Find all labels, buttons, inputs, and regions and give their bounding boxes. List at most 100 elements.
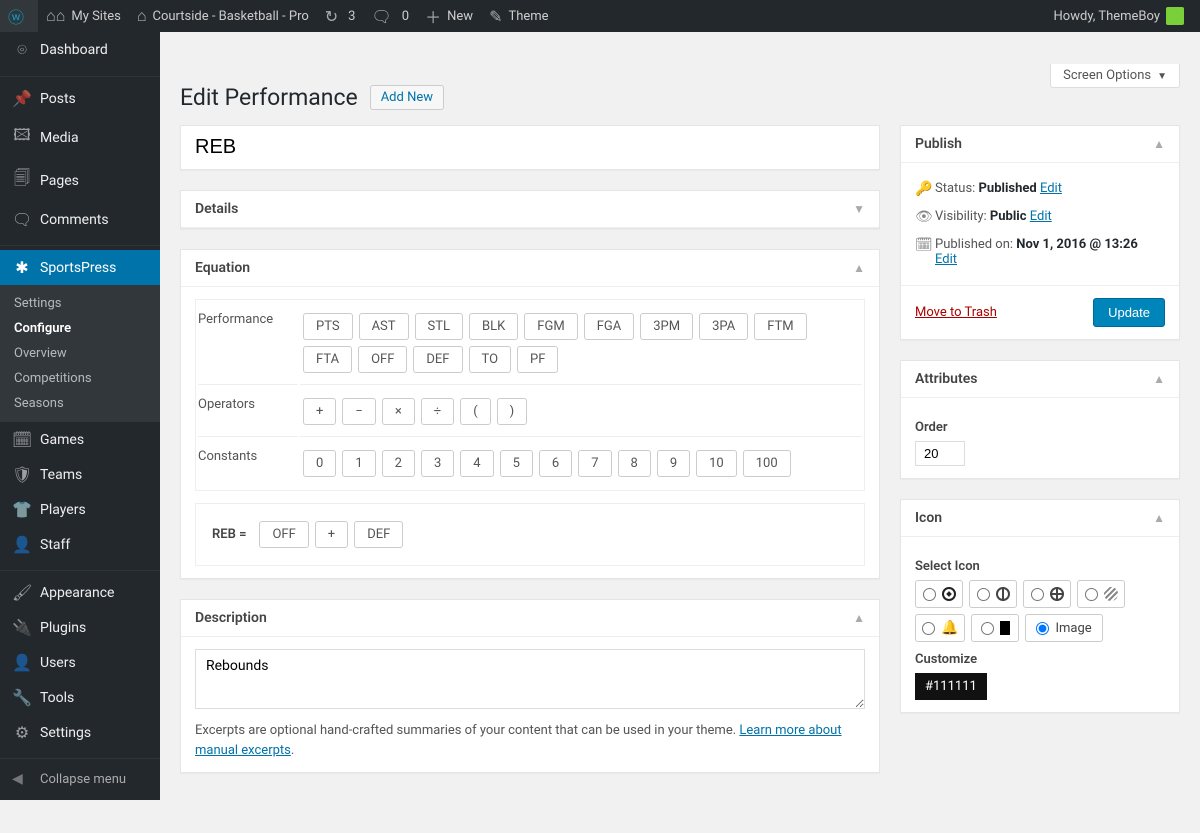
menu-staff[interactable]: 👤Staff bbox=[0, 527, 160, 562]
menu-users[interactable]: 👤Users bbox=[0, 645, 160, 680]
constant-chip[interactable]: 3 bbox=[421, 450, 454, 477]
menu-teams[interactable]: 🛡Teams bbox=[0, 457, 160, 492]
move-to-trash-link[interactable]: Move to Trash bbox=[915, 305, 997, 320]
menu-posts[interactable]: 📌Posts bbox=[0, 81, 160, 116]
performance-chip[interactable]: AST bbox=[359, 313, 409, 340]
result-label: REB = bbox=[212, 527, 246, 542]
menu-appearance[interactable]: 🖌Appearance bbox=[0, 575, 160, 610]
plugin-icon: 🔌 bbox=[12, 618, 32, 637]
icon-heading[interactable]: Icon ▲ bbox=[901, 500, 1179, 537]
icon-option-card[interactable] bbox=[971, 614, 1019, 642]
result-chip[interactable]: + bbox=[315, 521, 348, 548]
menu-media[interactable]: 🖾Media bbox=[0, 116, 160, 159]
theme-link[interactable]: ✎ Theme bbox=[481, 0, 557, 32]
screen-options-toggle[interactable]: Screen Options▼ bbox=[1050, 64, 1180, 88]
brush-icon: ✎ bbox=[489, 7, 502, 26]
performance-chip[interactable]: STL bbox=[415, 313, 463, 340]
result-chips: OFF +DEF bbox=[256, 518, 406, 551]
menu-sportspress[interactable]: ✱SportsPress bbox=[0, 250, 160, 285]
performance-chip[interactable]: 3PA bbox=[699, 313, 748, 340]
color-value[interactable]: #111111 bbox=[915, 673, 987, 700]
sub-overview[interactable]: Overview bbox=[0, 341, 160, 366]
icon-option-baseball[interactable] bbox=[969, 580, 1017, 608]
operator-chip[interactable]: ÷ bbox=[421, 398, 454, 425]
icon-option-stripes[interactable] bbox=[1077, 580, 1125, 608]
equation-heading[interactable]: Equation ▲ bbox=[181, 250, 879, 287]
operator-chip[interactable]: + bbox=[303, 398, 336, 425]
publish-heading[interactable]: Publish ▲ bbox=[901, 126, 1179, 163]
sub-configure[interactable]: Configure bbox=[0, 316, 160, 341]
chevron-up-icon: ▲ bbox=[1153, 511, 1165, 525]
result-chip[interactable]: DEF bbox=[354, 521, 403, 548]
operator-chip[interactable]: − bbox=[342, 398, 375, 425]
sub-competitions[interactable]: Competitions bbox=[0, 366, 160, 391]
menu-games[interactable]: 🗓Games bbox=[0, 422, 160, 457]
constant-chip[interactable]: 4 bbox=[460, 450, 493, 477]
my-account[interactable]: Howdy, ThemeBoy bbox=[1046, 0, 1192, 32]
menu-dashboard[interactable]: ⌾Dashboard bbox=[0, 32, 160, 68]
constant-chip[interactable]: 8 bbox=[618, 450, 651, 477]
icon-option-soccer[interactable] bbox=[915, 580, 963, 608]
edit-date-link[interactable]: Edit bbox=[935, 252, 957, 267]
operator-chips: +−×÷() bbox=[300, 387, 862, 437]
theme-label: Theme bbox=[508, 9, 548, 24]
edit-status-link[interactable]: Edit bbox=[1040, 181, 1062, 196]
equation-panel: Equation ▲ Performance PTSASTSTLBLKFGMFG… bbox=[180, 249, 880, 579]
performance-chip[interactable]: DEF bbox=[413, 346, 462, 373]
constant-chip[interactable]: 7 bbox=[578, 450, 611, 477]
menu-plugins[interactable]: 🔌Plugins bbox=[0, 610, 160, 645]
constant-chip[interactable]: 6 bbox=[539, 450, 572, 477]
constant-chip[interactable]: 10 bbox=[696, 450, 737, 477]
constant-chip[interactable]: 9 bbox=[657, 450, 690, 477]
collapse-menu[interactable]: ◀Collapse menu bbox=[0, 763, 160, 795]
performance-chip[interactable]: TO bbox=[469, 346, 512, 373]
constant-chip[interactable]: 2 bbox=[382, 450, 415, 477]
performance-chip[interactable]: FGM bbox=[524, 313, 577, 340]
my-sites[interactable]: ⌂⌂My Sites bbox=[38, 0, 129, 32]
description-heading[interactable]: Description ▲ bbox=[181, 600, 879, 637]
constant-chip[interactable]: 1 bbox=[342, 450, 375, 477]
details-heading[interactable]: Details ▼ bbox=[181, 191, 879, 228]
visibility-value: Public bbox=[990, 209, 1027, 224]
performance-chip[interactable]: BLK bbox=[469, 313, 518, 340]
description-textarea[interactable] bbox=[195, 649, 865, 709]
update-button[interactable]: Update bbox=[1093, 298, 1165, 327]
menu-players[interactable]: 👕Players bbox=[0, 492, 160, 527]
edit-visibility-link[interactable]: Edit bbox=[1030, 209, 1052, 224]
order-input[interactable] bbox=[915, 441, 965, 466]
icon-option-image[interactable]: Image bbox=[1025, 614, 1102, 642]
title-input[interactable] bbox=[181, 126, 879, 169]
performance-chip[interactable]: FTM bbox=[754, 313, 806, 340]
add-new-button[interactable]: Add New bbox=[370, 85, 444, 110]
performance-chip[interactable]: PF bbox=[517, 346, 558, 373]
sub-seasons[interactable]: Seasons bbox=[0, 391, 160, 416]
attributes-heading[interactable]: Attributes ▲ bbox=[901, 361, 1179, 398]
comments-bubble[interactable]: 🗨0 bbox=[363, 0, 417, 32]
constant-chip[interactable]: 0 bbox=[303, 450, 336, 477]
excerpt-help: Excerpts are optional hand-crafted summa… bbox=[195, 721, 865, 760]
sub-settings[interactable]: Settings bbox=[0, 291, 160, 316]
constant-chip[interactable]: 100 bbox=[743, 450, 791, 477]
menu-tools[interactable]: 🔧Tools bbox=[0, 680, 160, 715]
operator-chip[interactable]: × bbox=[382, 398, 415, 425]
updates[interactable]: ↻3 bbox=[317, 0, 364, 32]
wp-logo[interactable]: ⓦ bbox=[0, 0, 38, 32]
operator-chip[interactable]: ) bbox=[497, 398, 528, 425]
performance-chip[interactable]: FGA bbox=[584, 313, 635, 340]
performance-chip[interactable]: FTA bbox=[303, 346, 352, 373]
result-chip[interactable]: OFF bbox=[259, 521, 308, 548]
operators-label: Operators bbox=[198, 387, 298, 437]
icon-option-basketball[interactable] bbox=[1023, 580, 1071, 608]
icon-option-whistle[interactable]: 🔔 bbox=[915, 614, 965, 642]
menu-comments[interactable]: 🗨Comments bbox=[0, 202, 160, 237]
menu-pages[interactable]: 🗐Pages bbox=[0, 159, 160, 202]
performance-chip[interactable]: OFF bbox=[358, 346, 407, 373]
constant-chip[interactable]: 5 bbox=[500, 450, 533, 477]
new-content[interactable]: ＋New bbox=[417, 0, 481, 32]
site-name[interactable]: ⌂Courtside - Basketball - Pro bbox=[129, 0, 317, 32]
performance-chip[interactable]: 3PM bbox=[640, 313, 693, 340]
home-icon: ⌂ bbox=[137, 6, 147, 26]
menu-settings[interactable]: ⚙Settings bbox=[0, 715, 160, 750]
operator-chip[interactable]: ( bbox=[460, 398, 490, 425]
performance-chip[interactable]: PTS bbox=[303, 313, 353, 340]
